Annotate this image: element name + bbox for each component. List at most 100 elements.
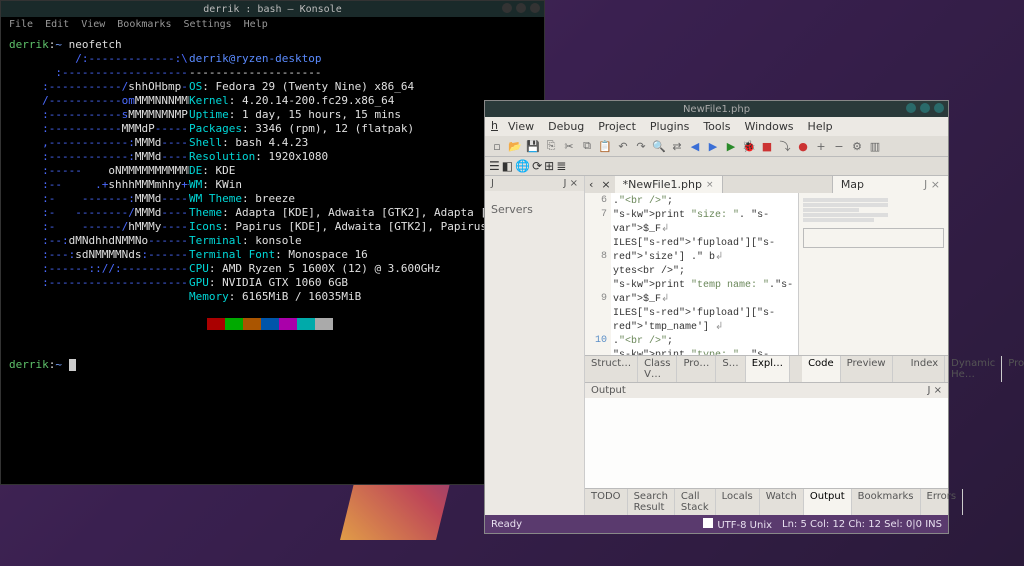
menu-view[interactable]: View xyxy=(504,119,538,134)
side-tabs-row: Struct…Class V…Pro…S…Expl… CodePreview Ind… xyxy=(585,355,948,382)
stop-icon[interactable]: ■ xyxy=(759,138,775,154)
run-debug-icon[interactable]: 🐞 xyxy=(741,138,757,154)
menu-bookmarks[interactable]: Bookmarks xyxy=(117,19,171,30)
editor-tabs: ‹ × *NewFile1.php × Map J × xyxy=(585,176,948,193)
menu-settings[interactable]: Settings xyxy=(183,19,231,30)
menu-view-accel: h xyxy=(491,119,498,134)
replace-icon[interactable]: ⇄ xyxy=(669,138,685,154)
status-encoding: UTF-8 Unix xyxy=(717,520,772,531)
redo-icon[interactable]: ↷ xyxy=(633,138,649,154)
menu-file[interactable]: File xyxy=(9,19,33,30)
footer-tab-search-result[interactable]: Search Result xyxy=(628,489,675,515)
minimap-viewport[interactable] xyxy=(803,228,944,248)
footer-tab-todo[interactable]: TODO xyxy=(585,489,628,515)
panel-close-icon[interactable]: J × xyxy=(563,178,578,189)
tab-close-all-icon[interactable]: × xyxy=(597,176,614,193)
menu-edit[interactable]: Edit xyxy=(45,19,69,30)
side-tab-s[interactable]: S… xyxy=(716,356,745,382)
editor-gutter: 67891011121314 xyxy=(585,193,611,355)
new-icon[interactable]: ▫ xyxy=(489,138,505,154)
menu-windows[interactable]: Windows xyxy=(740,119,797,134)
status-checkbox[interactable] xyxy=(703,518,713,528)
footer-tab-errors[interactable]: Errors xyxy=(921,489,964,515)
side-tab-classv[interactable]: Class V… xyxy=(638,356,677,382)
terminal-titlebar[interactable]: derrik : bash — Konsole xyxy=(1,1,544,17)
maximize-button[interactable] xyxy=(920,103,930,113)
terminal-title: derrik : bash — Konsole xyxy=(203,4,341,15)
ide-side-panel: J J × Servers xyxy=(485,176,585,515)
nav-back-icon[interactable]: ◀ xyxy=(687,138,703,154)
side-tab-struct[interactable]: Struct… xyxy=(585,356,638,382)
footer-tab-bookmarks[interactable]: Bookmarks xyxy=(852,489,921,515)
menu-tools[interactable]: Tools xyxy=(699,119,734,134)
right-tab-dynamiche[interactable]: Dynamic He… xyxy=(945,356,1002,382)
terminal-output[interactable]: derrik:~ neofetch /:-------------:\derri… xyxy=(1,32,544,378)
nav-fwd-icon[interactable]: ▶ xyxy=(705,138,721,154)
footer-tab-call-stack[interactable]: Call Stack xyxy=(675,489,716,515)
close-button[interactable] xyxy=(934,103,944,113)
editor-tab-newfile1[interactable]: *NewFile1.php × xyxy=(615,176,723,193)
map-label: Map xyxy=(841,178,864,191)
undo-icon[interactable]: ↶ xyxy=(615,138,631,154)
ide-title: NewFile1.php xyxy=(683,104,750,115)
minimap-panel[interactable] xyxy=(798,193,948,355)
menu-plugins[interactable]: Plugins xyxy=(646,119,693,134)
paste-icon[interactable]: 📋 xyxy=(597,138,613,154)
copy-icon[interactable]: ⧉ xyxy=(579,138,595,154)
cfg-icon[interactable]: ⚙ xyxy=(849,138,865,154)
maximize-button[interactable] xyxy=(516,3,526,13)
right-tab-index[interactable]: Index xyxy=(905,356,946,382)
footer-tab-output[interactable]: Output xyxy=(804,489,852,515)
terminal-window: derrik : bash — Konsole File Edit View B… xyxy=(0,0,545,485)
side-tab-expl[interactable]: Expl… xyxy=(746,356,790,382)
menu-view[interactable]: View xyxy=(81,19,105,30)
menu-debug[interactable]: Debug xyxy=(544,119,588,134)
status-ready: Ready xyxy=(491,519,522,530)
ide-window: NewFile1.php h View Debug Project Plugin… xyxy=(484,100,949,534)
side-panel-header: J xyxy=(491,178,494,189)
globe-icon[interactable]: 🌐 xyxy=(515,159,530,173)
side-tab-pro[interactable]: Pro… xyxy=(677,356,716,382)
split-icon[interactable]: ▥ xyxy=(867,138,883,154)
minimize-button[interactable] xyxy=(502,3,512,13)
map-panel-tab[interactable]: Map J × xyxy=(832,176,948,193)
zoom-out-icon[interactable]: − xyxy=(831,138,847,154)
open-icon[interactable]: 📂 xyxy=(507,138,523,154)
find-icon[interactable]: 🔍 xyxy=(651,138,667,154)
output-panel[interactable] xyxy=(585,398,948,488)
zoom-in-icon[interactable]: + xyxy=(813,138,829,154)
map-close-icon[interactable]: J × xyxy=(924,178,940,191)
step-icon[interactable]: ⤵ xyxy=(777,138,793,154)
footer-tab-watch[interactable]: Watch xyxy=(760,489,804,515)
servers-panel-label[interactable]: Servers xyxy=(485,191,584,228)
tab-close-icon[interactable]: × xyxy=(706,180,714,190)
view-tab-preview[interactable]: Preview xyxy=(841,356,893,382)
ide-statusbar: Ready UTF-8 Unix Ln: 5 Col: 12 Ch: 12 Se… xyxy=(485,515,948,533)
run-icon[interactable]: ▶ xyxy=(723,138,739,154)
break-icon[interactable]: ● xyxy=(795,138,811,154)
output-panel-close-icon[interactable]: J × xyxy=(927,385,942,396)
ide-toolbar-secondary: ☰◧🌐⟳⊞≣ xyxy=(485,157,948,176)
tab-prev-icon[interactable]: ‹ xyxy=(585,176,597,193)
minimize-button[interactable] xyxy=(906,103,916,113)
save-icon[interactable]: 💾 xyxy=(525,138,541,154)
view-tab-code[interactable]: Code xyxy=(802,356,841,382)
tree-icon[interactable]: ⊞ xyxy=(544,159,554,173)
struct-icon[interactable]: ☰ xyxy=(489,159,500,173)
format-icon[interactable]: ≣ xyxy=(556,159,566,173)
status-caret-pos: Ln: 5 Col: 12 Ch: 12 Sel: 0|0 INS xyxy=(782,519,942,530)
editor-code-area[interactable]: ."<br />"; "s-kw">print "size: ". "s-var… xyxy=(611,193,798,355)
terminal-menubar: File Edit View Bookmarks Settings Help xyxy=(1,17,544,32)
menu-project[interactable]: Project xyxy=(594,119,640,134)
close-button[interactable] xyxy=(530,3,540,13)
menu-help[interactable]: Help xyxy=(244,19,268,30)
cut-icon[interactable]: ✂ xyxy=(561,138,577,154)
menu-help[interactable]: Help xyxy=(804,119,837,134)
saveall-icon[interactable]: ⎘ xyxy=(543,138,559,154)
refresh-icon[interactable]: ⟳ xyxy=(532,159,542,173)
right-tab-properties[interactable]: Properties xyxy=(1002,356,1024,382)
ide-menubar: h View Debug Project Plugins Tools Windo… xyxy=(485,117,948,136)
footer-tab-locals[interactable]: Locals xyxy=(716,489,760,515)
ide-titlebar[interactable]: NewFile1.php xyxy=(485,101,948,117)
member-icon[interactable]: ◧ xyxy=(502,159,513,173)
